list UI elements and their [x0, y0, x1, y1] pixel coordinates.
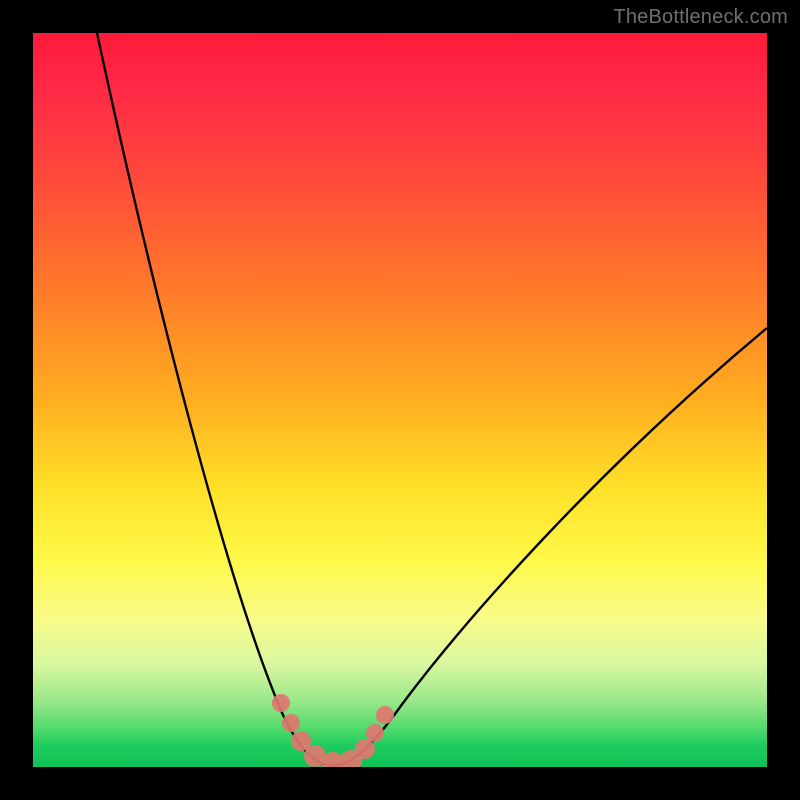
valley-markers	[272, 694, 394, 767]
marker-dot	[366, 724, 384, 742]
marker-dot	[282, 714, 300, 732]
plot-area	[33, 33, 767, 767]
curve-left	[97, 33, 333, 766]
marker-dot	[376, 706, 394, 724]
chart-frame: TheBottleneck.com	[0, 0, 800, 800]
curves-svg	[33, 33, 767, 767]
marker-dot	[355, 739, 375, 759]
watermark-text: TheBottleneck.com	[613, 6, 788, 29]
marker-dot	[272, 694, 290, 712]
curve-right	[333, 328, 767, 766]
